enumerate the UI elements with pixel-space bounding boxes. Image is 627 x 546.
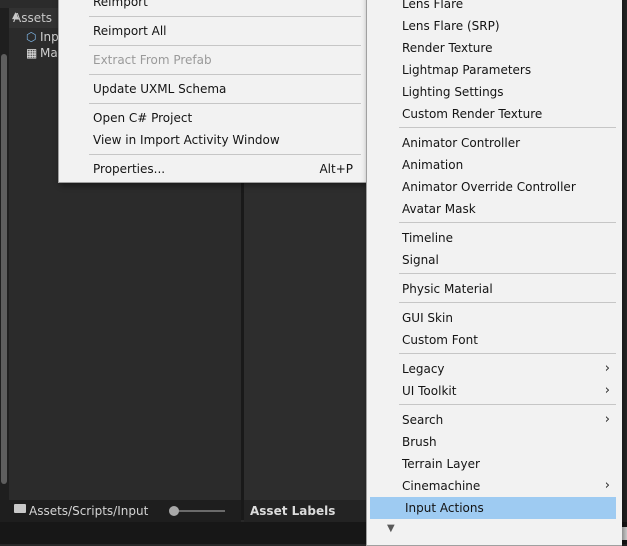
menu-item-label: Animator Override Controller <box>402 180 576 194</box>
menu-item-reimport-all[interactable]: Reimport All <box>59 20 367 42</box>
submenu-arrow-icon: › <box>604 383 610 398</box>
menu-item-search[interactable]: Search › <box>367 409 622 431</box>
menu-separator <box>89 103 361 104</box>
menu-item-label: Extract From Prefab <box>93 53 212 67</box>
tree-item-input-actions[interactable]: ⬡ Inp <box>26 30 59 46</box>
menu-separator <box>399 127 616 128</box>
tree-item-label: Ma <box>40 46 58 60</box>
menu-item-animator-controller[interactable]: Animator Controller <box>367 132 622 154</box>
project-breadcrumb-bar: Assets/Scripts/Input <box>0 500 241 522</box>
menu-item-label: Lightmap Parameters <box>402 63 532 77</box>
menu-separator <box>399 353 616 354</box>
tree-scrollbar[interactable] <box>0 8 9 500</box>
menu-item-animator-override-controller[interactable]: Animator Override Controller <box>367 176 622 198</box>
menu-item-extract-from-prefab: Extract From Prefab <box>59 49 367 71</box>
menu-item-physic-material[interactable]: Physic Material <box>367 278 622 300</box>
menu-item-label: UI Toolkit <box>402 384 457 398</box>
menu-item-label: Animation <box>402 158 464 172</box>
menu-item-label: Search <box>402 413 444 427</box>
create-submenu: Lens Flare Lens Flare (SRP) Render Textu… <box>366 0 622 546</box>
menu-item-label: Cinemachine <box>402 479 481 493</box>
assets-header-label: Assets <box>13 11 53 25</box>
menu-item-animation[interactable]: Animation <box>367 154 622 176</box>
menu-item-properties[interactable]: Properties... Alt+P <box>59 158 367 180</box>
menu-item-label: Physic Material <box>402 282 493 296</box>
menu-item-label: Signal <box>402 253 439 267</box>
menu-item-render-texture[interactable]: Render Texture <box>367 37 622 59</box>
asset-context-menu: Reimport Reimport All Extract From Prefa… <box>58 0 368 183</box>
menu-item-avatar-mask[interactable]: Avatar Mask <box>367 198 622 220</box>
menu-item-label: Animator Controller <box>402 136 521 150</box>
folder-icon <box>14 504 26 513</box>
menu-item-terrain-layer[interactable]: Terrain Layer <box>367 453 622 475</box>
icon-size-slider[interactable] <box>171 510 225 512</box>
menu-item-label: Custom Render Texture <box>402 107 543 121</box>
menu-separator <box>89 16 361 17</box>
menu-item-brush[interactable]: Brush <box>367 431 622 453</box>
menu-item-label: Render Texture <box>402 41 493 55</box>
submenu-arrow-icon: › <box>604 361 610 376</box>
submenu-arrow-icon: › <box>604 478 610 493</box>
menu-item-label: Terrain Layer <box>402 457 480 471</box>
menu-item-label: Input Actions <box>405 501 484 515</box>
asset-labels-title[interactable]: Asset Labels <box>250 504 335 518</box>
menu-item-label: Lens Flare <box>402 0 464 11</box>
menu-item-view-in-import-activity[interactable]: View in Import Activity Window <box>59 129 367 151</box>
menu-item-gui-skin[interactable]: GUI Skin <box>367 307 622 329</box>
menu-item-ui-toolkit[interactable]: UI Toolkit › <box>367 380 622 402</box>
tree-item-map[interactable]: ▦ Ma <box>26 46 58 62</box>
menu-item-lighting-settings[interactable]: Lighting Settings <box>367 81 622 103</box>
tree-scrollbar-thumb[interactable] <box>1 54 7 484</box>
map-asset-icon: ▦ <box>26 46 38 60</box>
input-actions-asset-icon: ⬡ <box>26 30 37 44</box>
assets-header[interactable]: ▲ Assets <box>9 8 59 28</box>
menu-item-legacy[interactable]: Legacy › <box>367 358 622 380</box>
menu-item-lens-flare[interactable]: Lens Flare <box>367 0 622 15</box>
menu-item-label: Reimport <box>93 0 148 9</box>
icon-size-slider-knob[interactable] <box>169 506 179 516</box>
menu-item-label: Avatar Mask <box>402 202 476 216</box>
menu-item-custom-render-texture[interactable]: Custom Render Texture <box>367 103 622 125</box>
menu-item-label: Timeline <box>402 231 454 245</box>
menu-item-label: Update UXML Schema <box>93 82 227 96</box>
menu-separator <box>399 404 616 405</box>
menu-item-open-csharp-project[interactable]: Open C# Project <box>59 107 367 129</box>
menu-item-label: Legacy <box>402 362 445 376</box>
menu-item-lightmap-parameters[interactable]: Lightmap Parameters <box>367 59 622 81</box>
menu-item-signal[interactable]: Signal <box>367 249 622 271</box>
submenu-arrow-icon: › <box>604 412 610 427</box>
menu-item-timeline[interactable]: Timeline <box>367 227 622 249</box>
menu-item-label: Lighting Settings <box>402 85 504 99</box>
menu-separator <box>399 273 616 274</box>
menu-item-custom-font[interactable]: Custom Font <box>367 329 622 351</box>
menu-separator <box>89 154 361 155</box>
menu-separator <box>89 74 361 75</box>
scroll-down-arrow-icon[interactable]: ▼ <box>387 523 395 534</box>
tree-item-label: Inp <box>40 30 59 44</box>
menu-item-label: Open C# Project <box>93 111 193 125</box>
menu-item-cinemachine[interactable]: Cinemachine › <box>367 475 622 497</box>
menu-item-reimport[interactable]: Reimport <box>59 0 367 13</box>
menu-item-input-actions[interactable]: Input Actions <box>370 497 616 519</box>
menu-item-label: Lens Flare (SRP) <box>402 19 500 33</box>
menu-item-label: View in Import Activity Window <box>93 133 280 147</box>
menu-item-label: Brush <box>402 435 437 449</box>
menu-item-update-uxml-schema[interactable]: Update UXML Schema <box>59 78 367 100</box>
menu-item-shortcut: Alt+P <box>319 162 353 176</box>
menu-item-label: Properties... <box>93 162 166 176</box>
breadcrumb-path[interactable]: Assets/Scripts/Input <box>29 504 148 518</box>
menu-item-label: GUI Skin <box>402 311 453 325</box>
menu-separator <box>399 222 616 223</box>
menu-separator <box>399 302 616 303</box>
menu-item-label: Reimport All <box>93 24 167 38</box>
menu-item-label: Custom Font <box>402 333 478 347</box>
menu-item-lens-flare-srp[interactable]: Lens Flare (SRP) <box>367 15 622 37</box>
menu-separator <box>89 45 361 46</box>
